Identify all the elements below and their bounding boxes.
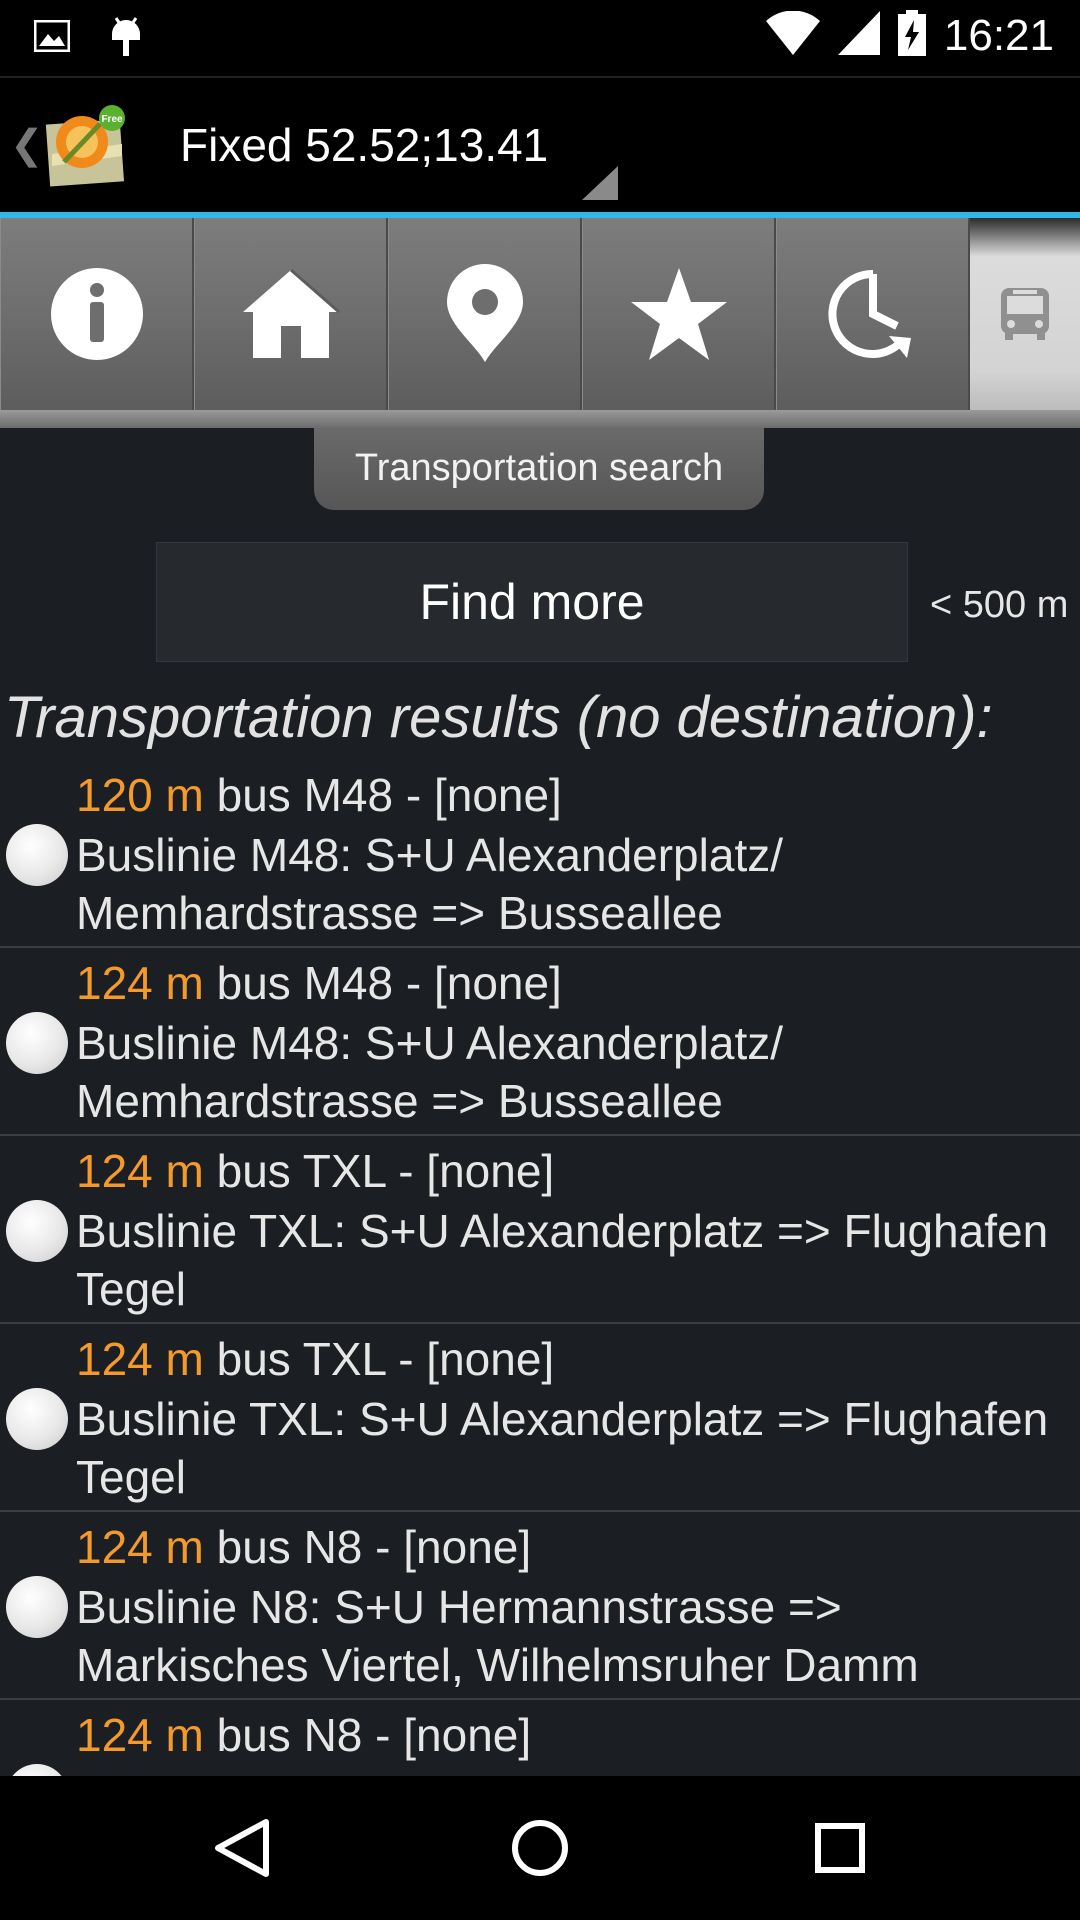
app-logo[interactable]: Free xyxy=(44,104,128,188)
tab-toolbar xyxy=(0,218,1080,428)
signal-icon xyxy=(837,11,880,60)
radio-button[interactable] xyxy=(6,1388,68,1450)
results-list[interactable]: 120 m bus M48 - [none] Buslinie M48: S+U… xyxy=(0,760,1080,1776)
list-item[interactable]: 124 m bus TXL - [none] Buslinie TXL: S+U… xyxy=(0,1136,1080,1324)
radio-button[interactable] xyxy=(6,1200,68,1262)
bus-icon xyxy=(1001,288,1049,340)
route-label: bus TXL - [none] xyxy=(203,1145,555,1197)
history-icon xyxy=(827,269,911,358)
radio-button[interactable] xyxy=(6,1576,68,1638)
route-description: Buslinie TXL: S+U Alexanderplatz => Flug… xyxy=(76,1205,1049,1315)
route-description: Buslinie TXL: S+U Alexanderplatz => Flug… xyxy=(76,1393,1049,1503)
distance: 120 m xyxy=(76,769,204,821)
radio-button[interactable] xyxy=(6,1012,68,1074)
radio-button[interactable] xyxy=(6,1764,68,1776)
clock: 16:21 xyxy=(943,10,1054,60)
free-badge: Free xyxy=(101,114,123,125)
tab-info[interactable] xyxy=(0,218,194,410)
route-label: bus M48 - [none] xyxy=(203,769,562,821)
route-label: bus N8 - [none] xyxy=(203,1709,532,1761)
distance: 124 m xyxy=(76,1521,204,1573)
distance: 124 m xyxy=(76,1709,204,1761)
recents-icon[interactable] xyxy=(814,1818,866,1883)
distance: 124 m xyxy=(76,1333,204,1385)
radio-button[interactable] xyxy=(6,824,68,886)
action-bar: ❮ Free Fixed 52.52;13.41 xyxy=(0,76,1080,212)
location-title[interactable]: Fixed 52.52;13.41 xyxy=(180,118,548,172)
location-pin-icon xyxy=(446,264,523,362)
distance: 124 m xyxy=(76,957,204,1009)
info-icon xyxy=(50,268,143,360)
distance: 124 m xyxy=(76,1145,204,1197)
route-description: Buslinie M48: S+U Alexanderplatz/ Memhar… xyxy=(76,829,784,939)
route-description: Buslinie N8: S+U Hermannstrasse => Marki… xyxy=(76,1581,919,1691)
list-item[interactable]: 124 m bus M48 - [none] Buslinie M48: S+U… xyxy=(0,948,1080,1136)
list-item[interactable]: 124 m bus TXL - [none] Buslinie TXL: S+U… xyxy=(0,1324,1080,1512)
route-description: Buslinie M48: S+U Alexanderplatz/ Memhar… xyxy=(76,1017,784,1127)
wifi-icon xyxy=(765,10,820,60)
tab-history[interactable] xyxy=(776,218,970,410)
route-label: bus N8 - [none] xyxy=(203,1521,532,1573)
route-description: Buslinie N8: S+U Hermannstrasse => Marki… xyxy=(76,1766,1066,1776)
spinner-corner-icon xyxy=(582,166,618,200)
android-debug-icon xyxy=(108,14,144,63)
list-item[interactable]: 120 m bus M48 - [none] Buslinie M48: S+U… xyxy=(0,760,1080,948)
tab-home[interactable] xyxy=(194,218,388,410)
status-bar: 16:21 xyxy=(0,0,1080,76)
home-icon xyxy=(242,268,340,358)
search-radius: < 500 m xyxy=(930,584,1069,626)
image-icon xyxy=(33,19,71,57)
results-title: Transportation results (no destination): xyxy=(4,685,993,750)
tab-location[interactable] xyxy=(388,218,582,410)
route-label: bus M48 - [none] xyxy=(203,957,562,1009)
section-label: Transportation search xyxy=(314,428,764,510)
tab-favorites[interactable] xyxy=(582,218,776,410)
route-label: bus TXL - [none] xyxy=(203,1333,555,1385)
navigation-bar xyxy=(0,1776,1080,1920)
battery-charging-icon xyxy=(897,10,926,61)
back-icon[interactable] xyxy=(212,1818,272,1883)
up-chevron-icon[interactable]: ❮ xyxy=(10,122,44,168)
find-more-button[interactable]: Find more xyxy=(156,542,908,662)
tab-transport[interactable] xyxy=(970,218,1080,410)
list-item[interactable]: 124 m bus N8 - [none] Buslinie N8: S+U H… xyxy=(0,1512,1080,1700)
home-circle-icon[interactable] xyxy=(510,1818,570,1883)
star-icon xyxy=(630,268,727,360)
list-item[interactable]: 124 m bus N8 - [none] Buslinie N8: S+U H… xyxy=(0,1700,1080,1776)
